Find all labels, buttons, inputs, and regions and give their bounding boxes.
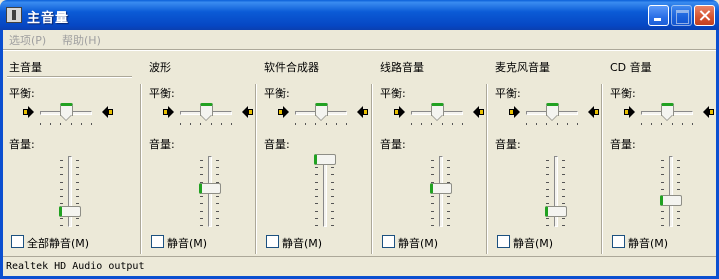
speaker-left-icon (278, 106, 290, 118)
speaker-right-icon (356, 106, 368, 118)
mute-label[interactable]: 静音(M) (628, 235, 668, 251)
volume-slider-thumb[interactable] (59, 206, 81, 217)
balance-ticks (295, 123, 347, 126)
speaker-left-icon (394, 106, 406, 118)
window-title: 主音量 (27, 11, 70, 26)
column-separator (371, 84, 373, 254)
volume-slider-thumb[interactable] (660, 195, 682, 206)
column-title: 波形 (149, 61, 171, 74)
volume-slider-track[interactable] (669, 156, 673, 227)
volume-control-icon[interactable] (6, 7, 22, 23)
speaker-right-icon (702, 106, 714, 118)
volume-slider-thumb[interactable] (314, 154, 336, 165)
volume-ticks-left (315, 160, 318, 226)
mixer-column: 线路音量平衡: 音量: 静音(M) (371, 52, 489, 255)
balance-slider-thumb[interactable] (60, 103, 73, 122)
balance-slider-thumb[interactable] (546, 103, 559, 122)
mute-label[interactable]: 静音(M) (513, 235, 553, 251)
mute-checkbox[interactable] (11, 235, 24, 248)
column-title: 主音量 (9, 61, 42, 74)
mute-checkbox[interactable] (151, 235, 164, 248)
mixer-column: 主音量平衡: 音量: 全部静音(M) (3, 52, 143, 255)
column-title: 麦克风音量 (495, 61, 550, 74)
balance-slider-thumb[interactable] (431, 103, 444, 122)
volume-slider-thumb[interactable] (199, 183, 221, 194)
volume-label: 音量: (610, 138, 636, 151)
menu-bar: 选项(P) 帮助(H) (3, 30, 716, 49)
mixer-column: 麦克风音量平衡: 音量: 静音(M) (486, 52, 604, 255)
volume-slider-thumb[interactable] (430, 183, 452, 194)
speaker-right-icon (587, 106, 599, 118)
balance-label: 平衡: (264, 87, 290, 100)
volume-label: 音量: (380, 138, 406, 151)
speaker-left-icon (163, 106, 175, 118)
speaker-left-icon (624, 106, 636, 118)
column-separator (601, 84, 603, 254)
mixer-column: 波形平衡: 音量: 静音(M) (140, 52, 258, 255)
menu-help[interactable]: 帮助(H) (62, 32, 101, 48)
menu-options[interactable]: 选项(P) (9, 32, 46, 48)
speaker-left-icon (23, 106, 35, 118)
mixer-column: CD 音量平衡: 音量: 静音(M) (601, 52, 716, 255)
volume-ticks-left (661, 160, 664, 226)
menu-separator (3, 49, 716, 51)
balance-ticks (411, 123, 463, 126)
minimize-button[interactable] (648, 5, 669, 26)
mute-label[interactable]: 静音(M) (398, 235, 438, 251)
balance-label: 平衡: (149, 87, 175, 100)
balance-label: 平衡: (495, 87, 521, 100)
close-button[interactable] (694, 5, 715, 26)
balance-ticks (40, 123, 92, 126)
balance-ticks (526, 123, 578, 126)
mute-checkbox[interactable] (497, 235, 510, 248)
title-bar[interactable]: 主音量 (0, 0, 719, 30)
mute-label[interactable]: 静音(M) (282, 235, 322, 251)
balance-label: 平衡: (380, 87, 406, 100)
balance-label: 平衡: (9, 87, 35, 100)
column-separator (486, 84, 488, 254)
mute-checkbox[interactable] (382, 235, 395, 248)
balance-slider-thumb[interactable] (661, 103, 674, 122)
column-separator (255, 84, 257, 254)
balance-ticks (180, 123, 232, 126)
volume-label: 音量: (9, 138, 35, 151)
column-separator (140, 84, 142, 254)
balance-slider-thumb[interactable] (200, 103, 213, 122)
speaker-right-icon (241, 106, 253, 118)
column-title: CD 音量 (610, 61, 652, 74)
speaker-right-icon (101, 106, 113, 118)
volume-label: 音量: (264, 138, 290, 151)
status-text: Realtek HD Audio output (6, 261, 145, 272)
volume-slider-track[interactable] (323, 156, 327, 227)
mute-checkbox[interactable] (266, 235, 279, 248)
volume-label: 音量: (149, 138, 175, 151)
volume-ticks-right (677, 160, 680, 226)
mute-label[interactable]: 全部静音(M) (27, 235, 89, 251)
mute-label[interactable]: 静音(M) (167, 235, 207, 251)
mute-checkbox[interactable] (612, 235, 625, 248)
balance-label: 平衡: (610, 87, 636, 100)
volume-label: 音量: (495, 138, 521, 151)
speaker-left-icon (509, 106, 521, 118)
title-separator (7, 76, 132, 78)
mixer-column: 软件合成器平衡: 音量: 静音(M) (255, 52, 374, 255)
maximize-button (671, 5, 692, 26)
status-bar: Realtek HD Audio output (3, 256, 716, 276)
volume-ticks-right (331, 160, 334, 226)
column-title: 线路音量 (380, 61, 424, 74)
balance-slider-thumb[interactable] (315, 103, 328, 122)
speaker-right-icon (472, 106, 484, 118)
balance-ticks (641, 123, 693, 126)
column-title: 软件合成器 (264, 61, 319, 74)
volume-slider-thumb[interactable] (545, 206, 567, 217)
